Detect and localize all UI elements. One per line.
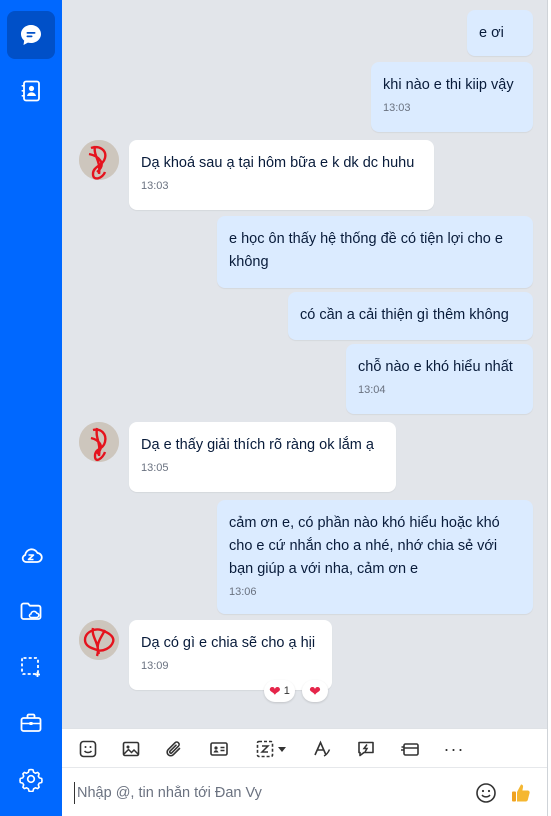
- emoji-button[interactable]: [474, 781, 498, 805]
- avatar-scribble-icon: [79, 422, 119, 462]
- avatar[interactable]: [79, 620, 119, 660]
- attach-file-button[interactable]: [162, 737, 186, 761]
- sidebar-item-cloud[interactable]: [7, 531, 55, 579]
- chevron-down-icon: [278, 747, 286, 752]
- message-time: 13:03: [383, 102, 411, 114]
- message-text: e ơi: [479, 25, 504, 41]
- message-text: có cần a cải thiện gì thêm không: [300, 307, 509, 323]
- heart-icon: ❤: [309, 683, 321, 699]
- thumbs-up-icon: [512, 784, 530, 802]
- sidebar-item-messages[interactable]: [7, 11, 55, 59]
- message-time: 13:03: [141, 180, 169, 192]
- message-bubble[interactable]: chỗ nào e khó hiểu nhất 13:04: [346, 344, 533, 414]
- card-icon: [401, 743, 419, 756]
- sticker-icon: [79, 740, 97, 758]
- message-text: cảm ơn e, có phần nào khó hiểu hoặc khó …: [229, 515, 500, 577]
- message-bubble[interactable]: e ơi: [467, 10, 533, 56]
- message-text: chỗ nào e khó hiểu nhất: [358, 359, 513, 375]
- briefcase-icon: [20, 713, 42, 732]
- message-bubble[interactable]: Dạ khoá sau ạ tại hôm bữa e k dk dc huhu…: [129, 140, 434, 210]
- cloud-icon: [21, 548, 43, 563]
- message-bubble[interactable]: e học ôn thấy hệ thống đề có tiện lợi ch…: [217, 216, 533, 288]
- composer-toolbar: ···: [62, 728, 547, 768]
- message-text: khi nào e thi kiip vậy: [383, 77, 514, 93]
- avatar[interactable]: [79, 422, 119, 462]
- message-time: 13:04: [358, 384, 386, 396]
- screenshot-capture-icon: [256, 740, 274, 758]
- message-bubble[interactable]: Dạ e thấy giải thích rõ ràng ok lắm ạ 13…: [129, 422, 396, 492]
- sidebar-item-work[interactable]: [7, 699, 55, 747]
- message-bubble[interactable]: Dạ có gì e chia sẽ cho ạ hịi 13:09: [129, 620, 332, 690]
- message-time: 13:05: [141, 462, 169, 474]
- smiley-icon: [476, 783, 496, 803]
- contacts-icon: [21, 80, 40, 102]
- message-text: Dạ có gì e chia sẽ cho ạ hịi: [141, 635, 316, 651]
- contact-card-icon: [210, 742, 228, 756]
- message-bubble[interactable]: cảm ơn e, có phần nào khó hiểu hoặc khó …: [217, 500, 533, 614]
- reaction-summary[interactable]: ❤ 1: [264, 680, 295, 702]
- message-time: 13:06: [229, 586, 257, 598]
- message-text: Dạ e thấy giải thích rõ ràng ok lắm ạ: [141, 437, 374, 453]
- sticker-button[interactable]: [76, 737, 100, 761]
- message-composer: [62, 768, 547, 816]
- heart-icon: ❤: [269, 683, 281, 699]
- sidebar-item-screenshot[interactable]: [7, 643, 55, 691]
- text-format-button[interactable]: [310, 737, 334, 761]
- more-options-button[interactable]: ···: [442, 737, 466, 761]
- message-bubble[interactable]: có cần a cải thiện gì thêm không: [288, 292, 533, 340]
- folder-icon: [20, 602, 42, 620]
- chat-bubble-icon: [21, 25, 41, 45]
- screenshot-button[interactable]: [251, 737, 291, 761]
- avatar[interactable]: [79, 140, 119, 180]
- paperclip-icon: [166, 741, 181, 757]
- lightning-message-icon: [358, 741, 374, 757]
- conversation-area[interactable]: e ơi khi nào e thi kiip vậy 13:03 Dạ kho…: [62, 0, 547, 728]
- screenshot-icon: [21, 657, 40, 677]
- quick-like-button[interactable]: [509, 781, 533, 805]
- settings-icon: [19, 768, 43, 792]
- message-text: Dạ khoá sau ạ tại hôm bữa e k dk dc huhu: [141, 155, 415, 171]
- contact-card-button[interactable]: [207, 737, 231, 761]
- message-input[interactable]: [74, 782, 464, 804]
- avatar-scribble-icon: [79, 140, 119, 180]
- sidebar: [0, 0, 62, 816]
- react-button[interactable]: ❤: [302, 680, 328, 702]
- payment-card-button[interactable]: [398, 737, 422, 761]
- message-text: e học ôn thấy hệ thống đề có tiện lợi ch…: [229, 231, 503, 270]
- sidebar-item-folder[interactable]: [7, 587, 55, 635]
- sidebar-item-settings[interactable]: [7, 755, 55, 803]
- sidebar-item-contacts[interactable]: [7, 67, 55, 115]
- side-panel-edge: [547, 0, 551, 816]
- text-format-icon: [314, 740, 331, 757]
- quick-message-button[interactable]: [354, 737, 378, 761]
- reaction-count: 1: [283, 685, 290, 697]
- image-icon: [122, 741, 140, 757]
- message-time: 13:09: [141, 660, 169, 672]
- avatar-scribble-icon: [79, 620, 119, 660]
- image-button[interactable]: [119, 737, 143, 761]
- message-bubble[interactable]: khi nào e thi kiip vậy 13:03: [371, 62, 533, 132]
